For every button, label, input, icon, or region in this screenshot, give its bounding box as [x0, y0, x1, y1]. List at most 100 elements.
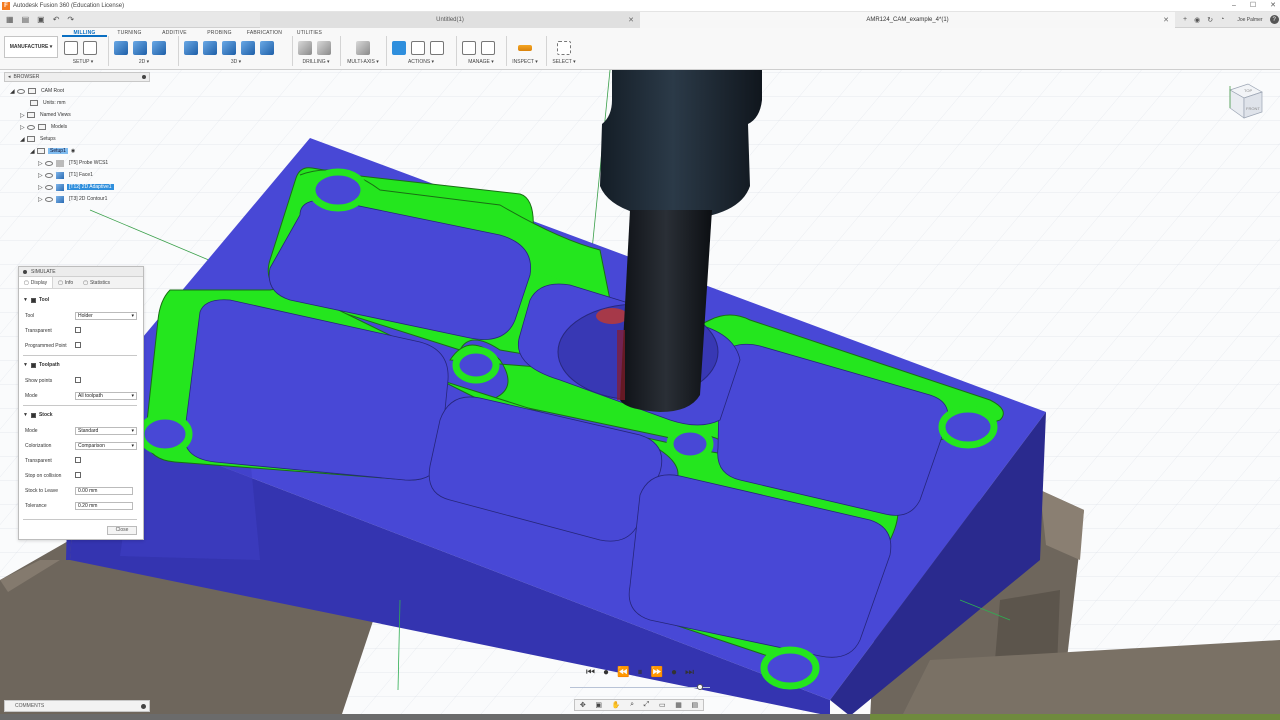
2d-menu[interactable]: 2D ▾ — [114, 59, 174, 65]
colorization-select[interactable]: Comparison — [75, 442, 137, 450]
stock-section-header[interactable]: ▼ Stock — [23, 412, 53, 418]
template-library-icon[interactable] — [481, 41, 495, 55]
minimize-button[interactable]: – — [1232, 0, 1236, 12]
view-cube-icon[interactable] — [1226, 80, 1266, 124]
tab-info[interactable]: ▢ Info — [53, 277, 78, 288]
tree-node-setups[interactable]: ◢ Setups — [20, 134, 58, 144]
timeline-track[interactable] — [570, 687, 710, 688]
collapse-triangle-icon[interactable]: ▼ — [23, 362, 28, 368]
go-to-start-button[interactable]: ⏮ — [586, 667, 595, 678]
view-cube-top-label[interactable]: TOP — [1244, 88, 1252, 93]
stock-transparent-checkbox[interactable] — [75, 457, 81, 463]
new-setup-icon[interactable] — [83, 41, 97, 55]
expand-triangle-icon[interactable]: ▷ — [38, 184, 45, 191]
tree-node-models[interactable]: ▷ Models — [20, 122, 69, 132]
redo-icon[interactable]: ↷ — [67, 15, 74, 24]
fit-icon[interactable]: ⤢ — [644, 701, 650, 709]
tab-additive[interactable]: ADDITIVE — [152, 29, 197, 37]
pan-icon[interactable]: ✋ — [612, 701, 621, 709]
pocket-2d-icon[interactable] — [152, 41, 166, 55]
toolpath-mode-select[interactable]: All toolpath — [75, 392, 137, 400]
tree-node-units[interactable]: Units: mm — [30, 98, 68, 108]
measure-icon[interactable] — [518, 45, 532, 51]
previous-operation-button[interactable]: ● — [603, 667, 609, 678]
programmed-point-checkbox[interactable] — [75, 342, 81, 348]
drill-icon[interactable] — [298, 41, 312, 55]
drilling-menu[interactable]: DRILLING ▾ — [298, 59, 334, 65]
expand-triangle-icon[interactable]: ▷ — [38, 196, 45, 203]
pocket-3d-icon[interactable] — [203, 41, 217, 55]
tool-library-icon[interactable] — [462, 41, 476, 55]
notifications-icon[interactable]: ◔ — [1220, 16, 1224, 23]
setup-sheet-icon[interactable] — [430, 41, 444, 55]
simulate-header[interactable]: SIMULATE — [19, 267, 143, 277]
collapse-triangle-icon[interactable]: ▼ — [23, 412, 28, 418]
stock-enable-checkbox[interactable] — [30, 412, 36, 418]
show-points-checkbox[interactable] — [75, 377, 81, 383]
look-at-icon[interactable]: ▣ — [595, 701, 602, 709]
close-window-button[interactable]: ✕ — [1270, 0, 1276, 12]
expand-triangle-icon[interactable]: ◢ — [30, 148, 37, 155]
new-tab-icon[interactable]: + — [1183, 16, 1187, 23]
tab-display[interactable]: ▢ Display — [19, 277, 54, 288]
3d-menu[interactable]: 3D ▾ — [184, 59, 288, 65]
comments-panel[interactable]: COMMENTS — [4, 700, 150, 712]
extensions-icon[interactable]: ◉ — [1194, 16, 1200, 24]
visibility-eye-icon[interactable] — [45, 160, 53, 166]
tool-transparent-checkbox[interactable] — [75, 327, 81, 333]
face-op-icon[interactable] — [114, 41, 128, 55]
orbit-icon[interactable]: ✥ — [580, 701, 586, 709]
visibility-eye-icon[interactable] — [27, 124, 35, 130]
tool-section-header[interactable]: ▼ Tool — [23, 297, 49, 303]
data-panel-icon[interactable]: ▦ — [6, 15, 14, 24]
3d-viewport[interactable] — [0, 70, 1280, 720]
setup-menu[interactable]: SETUP ▾ — [64, 59, 102, 65]
tool-enable-checkbox[interactable] — [30, 297, 36, 303]
tab-untitled[interactable]: Untitled(1) ✕ — [260, 11, 640, 28]
select-menu[interactable]: SELECT ▾ — [550, 59, 578, 65]
file-menu-icon[interactable]: ▤ — [22, 15, 30, 24]
job-status-icon[interactable]: ↻ — [1207, 16, 1213, 24]
visibility-eye-icon[interactable] — [17, 88, 25, 94]
activate-icon[interactable]: ◉ — [71, 148, 75, 154]
panel-grip-icon[interactable] — [23, 269, 27, 274]
visibility-eye-icon[interactable] — [45, 172, 53, 178]
help-icon[interactable]: ? — [1269, 15, 1279, 24]
tab-probing[interactable]: PROBING — [197, 29, 242, 37]
grid-settings-icon[interactable]: ▦ — [675, 701, 682, 709]
zoom-icon[interactable]: ⌕ — [630, 701, 634, 709]
pause-button[interactable]: ⏸ — [638, 667, 643, 678]
tab-milling[interactable]: MILLING — [62, 29, 107, 37]
expand-triangle-icon[interactable]: ▷ — [38, 172, 45, 179]
expand-triangle-icon[interactable]: ▷ — [20, 112, 27, 119]
parallel-icon[interactable] — [222, 41, 236, 55]
tab-fabrication[interactable]: FABRICATION — [242, 29, 287, 37]
visibility-eye-icon[interactable] — [45, 184, 53, 190]
contour-3d-icon[interactable] — [260, 41, 274, 55]
maximize-button[interactable]: ☐ — [1250, 0, 1256, 12]
save-icon[interactable]: ▣ — [37, 15, 45, 24]
display-settings-icon[interactable]: ▭ — [659, 701, 666, 709]
stock-to-leave-input[interactable]: 0.00 mm — [75, 487, 133, 495]
visibility-eye-icon[interactable] — [45, 196, 53, 202]
tab-utilities[interactable]: UTILITIES — [287, 29, 332, 37]
toolpath-enable-checkbox[interactable] — [30, 362, 36, 368]
viewports-icon[interactable]: ▤ — [692, 701, 699, 709]
undo-icon[interactable]: ↶ — [53, 15, 60, 24]
close-tab-icon[interactable]: ✕ — [628, 16, 634, 24]
adaptive-2d-icon[interactable] — [133, 41, 147, 55]
adaptive-3d-icon[interactable] — [184, 41, 198, 55]
tool-display-select[interactable]: Holder — [75, 312, 137, 320]
add-comment-icon[interactable] — [141, 703, 146, 709]
pin-icon[interactable] — [142, 75, 146, 79]
tree-node-probe-wcs1[interactable]: ▷ [T5] Probe WCS1 — [38, 158, 110, 168]
tree-node-face1[interactable]: ▷ [T1] Face1 — [38, 170, 95, 180]
simulate-icon[interactable] — [392, 41, 406, 55]
stop-on-collision-checkbox[interactable] — [75, 472, 81, 478]
toolpath-section-header[interactable]: ▼ Toolpath — [23, 362, 60, 368]
multi-axis-icon[interactable] — [356, 41, 370, 55]
tree-node-named-views[interactable]: ▷ Named Views — [20, 110, 73, 120]
next-operation-button[interactable]: ● — [671, 667, 677, 678]
tree-node-2d-adaptive1[interactable]: ▷ [T12] 2D Adaptive1 — [38, 182, 114, 192]
workspace-switcher[interactable]: MANUFACTURE ▾ — [4, 36, 58, 58]
